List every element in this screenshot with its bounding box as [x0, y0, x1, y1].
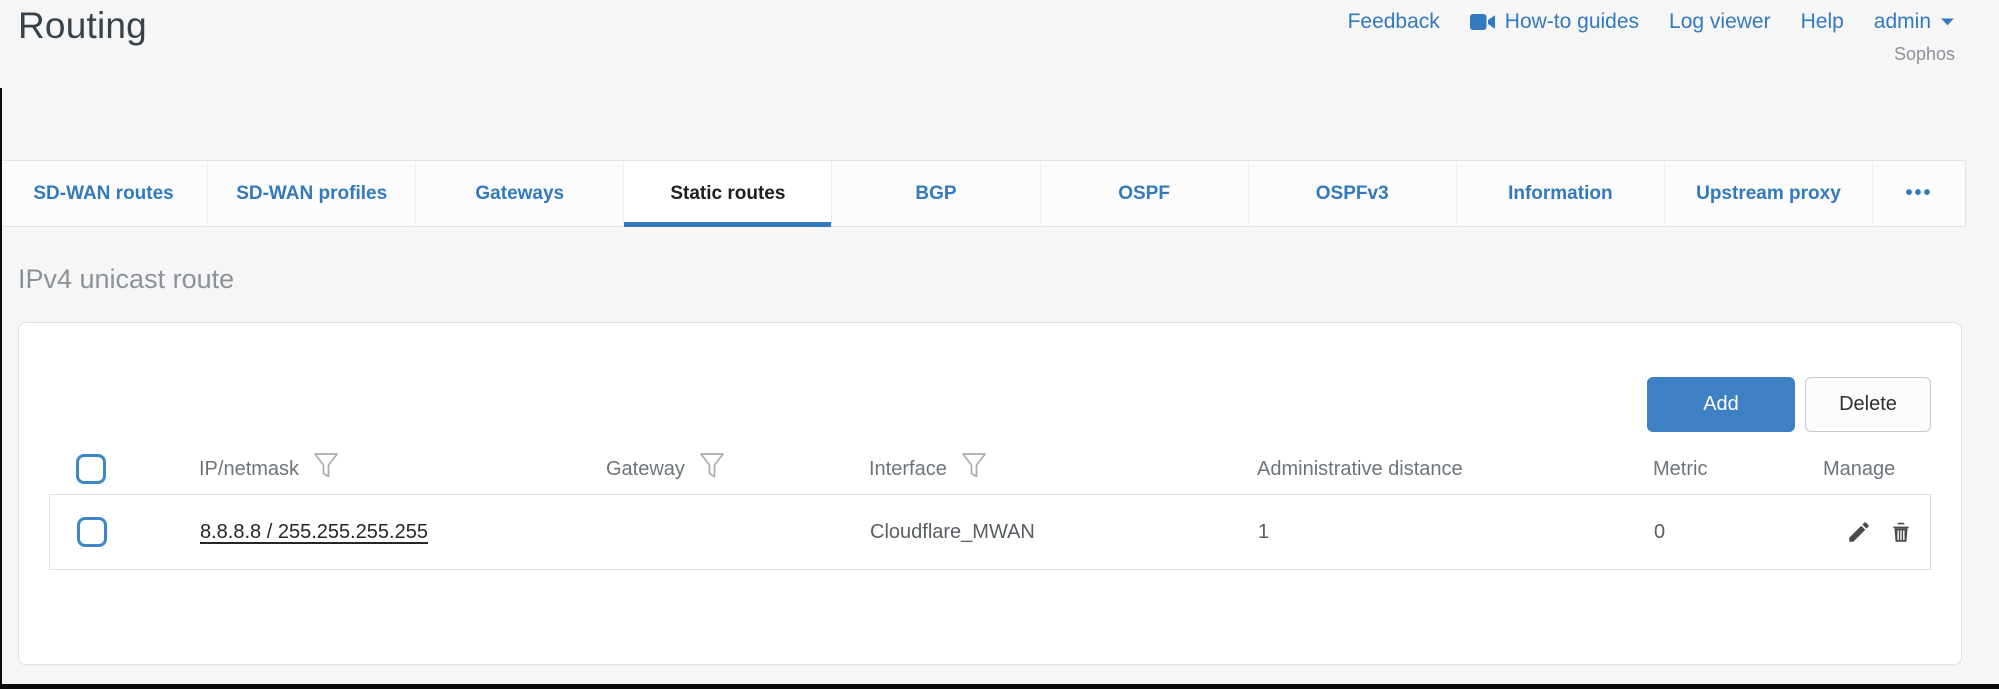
interface-header-label: Interface [869, 458, 947, 481]
filter-icon[interactable] [961, 452, 987, 486]
help-label: Help [1801, 10, 1844, 34]
column-header-interface: Interface [821, 452, 1209, 486]
tab-sd-wan-profiles[interactable]: SD-WAN profiles [208, 161, 416, 226]
caret-down-icon [1940, 17, 1955, 27]
user-menu-label: admin [1874, 10, 1931, 34]
ip-netmask-link[interactable]: 8.8.8.8 / 255.255.255.255 [200, 521, 428, 543]
log-viewer-label: Log viewer [1669, 10, 1771, 34]
ip-netmask-cell: 8.8.8.8 / 255.255.255.255 [152, 521, 559, 544]
administrative-distance-header-label: Administrative distance [1257, 458, 1463, 481]
tab-upstream-proxy[interactable]: Upstream proxy [1665, 161, 1873, 226]
howto-guides-link[interactable]: How-to guides [1470, 10, 1639, 34]
user-menu[interactable]: admin [1874, 10, 1955, 34]
tab-gateways[interactable]: Gateways [416, 161, 624, 226]
row-checkbox[interactable] [77, 517, 107, 547]
column-header-manage: Manage [1775, 458, 1931, 481]
routes-table: IP/netmask Gateway Interface Administrat… [49, 446, 1931, 570]
window-edge-bottom [0, 684, 1999, 689]
table-header-row: IP/netmask Gateway Interface Administrat… [49, 446, 1931, 492]
tab-sd-wan-routes[interactable]: SD-WAN routes [0, 161, 208, 226]
window-edge-left [0, 88, 2, 689]
section-heading: IPv4 unicast route [18, 264, 234, 295]
column-header-administrative-distance: Administrative distance [1209, 458, 1605, 481]
tab-information[interactable]: Information [1457, 161, 1665, 226]
page-header: Routing Feedback How-to guides Log viewe… [0, 0, 1999, 110]
log-viewer-link[interactable]: Log viewer [1669, 10, 1771, 34]
table-row: 8.8.8.8 / 255.255.255.255 Cloudflare_MWA… [49, 494, 1931, 570]
tab-bgp[interactable]: BGP [832, 161, 1040, 226]
filter-icon[interactable] [313, 452, 339, 486]
tab-static-routes[interactable]: Static routes [624, 161, 832, 226]
interface-cell: Cloudflare_MWAN [822, 521, 1210, 544]
manage-header-label: Manage [1823, 458, 1895, 481]
ip-netmask-header-label: IP/netmask [199, 458, 299, 481]
feedback-link[interactable]: Feedback [1348, 10, 1440, 34]
pencil-icon[interactable] [1846, 519, 1872, 545]
video-camera-icon [1470, 12, 1496, 32]
column-header-metric: Metric [1605, 458, 1775, 481]
metric-header-label: Metric [1653, 458, 1707, 481]
administrative-distance-cell: 1 [1210, 521, 1606, 544]
select-all-checkbox[interactable] [76, 454, 106, 484]
filter-icon[interactable] [699, 452, 725, 486]
column-header-gateway: Gateway [558, 452, 821, 486]
top-nav: Feedback How-to guides Log viewer Help a… [1348, 10, 1955, 34]
brand-label: Sophos [1894, 44, 1955, 65]
delete-button[interactable]: Delete [1805, 377, 1931, 432]
row-checkbox-cell [50, 517, 152, 547]
howto-guides-label: How-to guides [1505, 10, 1639, 34]
manage-cell [1776, 519, 1930, 545]
toolbar: Add Delete [1647, 377, 1931, 432]
metric-cell: 0 [1606, 521, 1776, 544]
routes-card: Add Delete IP/netmask Gateway Interface [18, 322, 1962, 665]
tab-overflow-ellipsis-icon[interactable]: ••• [1873, 161, 1965, 226]
feedback-label: Feedback [1348, 10, 1440, 34]
gateway-header-label: Gateway [606, 458, 685, 481]
trash-icon[interactable] [1888, 519, 1914, 545]
add-button[interactable]: Add [1647, 377, 1795, 432]
tab-ospf[interactable]: OSPF [1041, 161, 1249, 226]
page-title: Routing [18, 5, 147, 47]
header-checkbox-cell [49, 454, 151, 484]
tab-ospfv3[interactable]: OSPFv3 [1249, 161, 1457, 226]
help-link[interactable]: Help [1801, 10, 1844, 34]
column-header-ip-netmask: IP/netmask [151, 452, 558, 486]
tab-bar: SD-WAN routes SD-WAN profiles Gateways S… [0, 160, 1966, 227]
